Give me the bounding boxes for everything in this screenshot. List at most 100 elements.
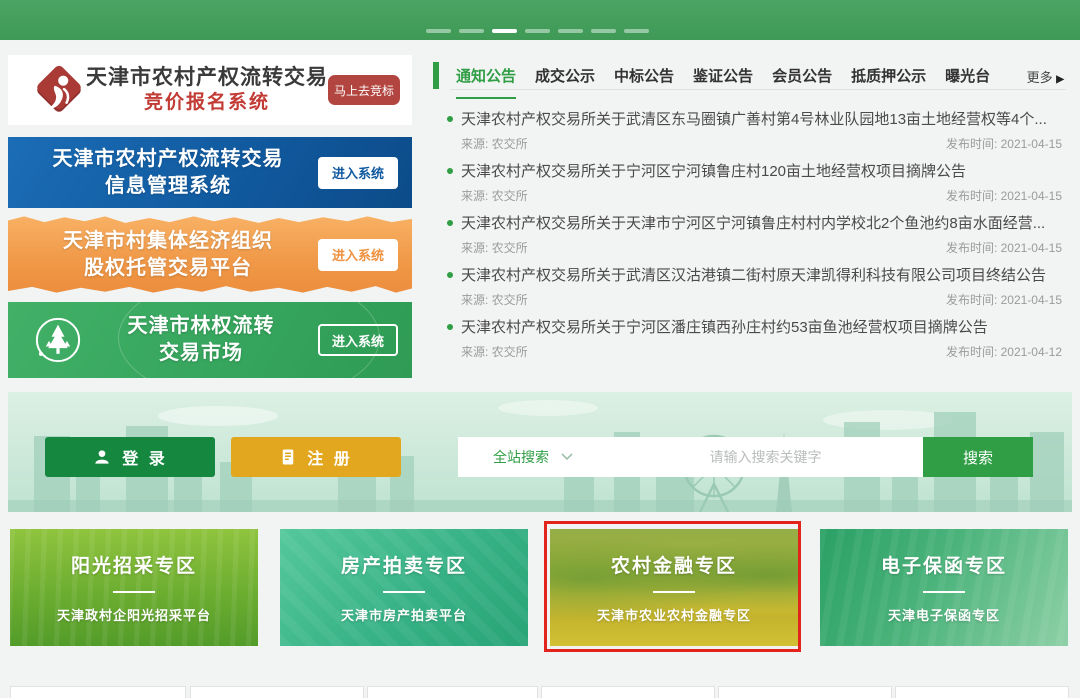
forest-market-banner[interactable]: 天津市林权流转 交易市场 进入系统 [8,302,412,378]
list-item[interactable]: 天津农村产权交易所关于武清区汉沽港镇二街村原天津凯得利科技有限公司项目终结公告 … [447,264,1062,316]
carousel-dot[interactable] [525,29,550,33]
search-button[interactable]: 搜索 [923,437,1033,477]
forest-enter-button[interactable]: 进入系统 [318,324,398,356]
tab-notice[interactable]: 通知公告 [456,65,516,99]
info-enter-button[interactable]: 进入系统 [318,157,398,189]
forest-market-title: 天津市林权流转 交易市场 [84,313,318,367]
carousel-dot-active[interactable] [492,29,517,33]
announcement-title[interactable]: 天津农村产权交易所关于武清区东马圈镇广善村第4号林业队园地13亩土地经营权等4个… [461,108,1047,129]
register-button[interactable]: 注 册 [231,437,401,477]
announcement-source: 来源: 农交所 [461,291,528,308]
site-logo-icon [32,63,86,117]
chevron-down-icon [561,453,573,461]
zone-subtitle: 天津电子保函专区 [888,605,1000,624]
zone-subtitle: 天津政村企阳光招采平台 [57,605,211,624]
bid-system-title: 天津市农村产权流转交易 竞价报名系统 [86,65,328,115]
info-title-line2: 信息管理系统 [18,173,318,200]
tab-member[interactable]: 会员公告 [772,65,832,97]
tree-icon [32,314,84,366]
tab-deal-publicity[interactable]: 成交公示 [535,65,595,97]
announcement-title[interactable]: 天津农村产权交易所关于宁河区宁河镇鲁庄村120亩土地经营权项目摘牌公告 [461,160,966,181]
announcement-date: 发布时间: 2021-04-15 [946,187,1062,204]
carousel-dots [426,29,649,33]
carousel-banner[interactable] [0,0,1080,40]
bullet-icon [447,116,453,122]
forest-title-line2: 交易市场 [84,340,318,367]
bid-title-line1: 天津市农村产权流转交易 [86,65,328,91]
zone-title: 阳光招采专区 [71,551,197,578]
zone-sunshine-procurement[interactable]: 阳光招采专区 天津政村企阳光招采平台 [10,529,258,646]
more-link[interactable]: 更多 ▶ [1027,67,1064,86]
equity-title-line2: 股权托管交易平台 [18,255,318,282]
zone-rural-finance[interactable]: 农村金融专区 天津市农业农村金融专区 [550,529,798,646]
announcement-tabs: 通知公告 成交公示 中标公告 鉴证公告 会员公告 抵质押公示 曝光台 [456,65,990,99]
equity-enter-button[interactable]: 进入系统 [318,239,398,271]
homepage: 天津市农村产权流转交易 竞价报名系统 马上去竞标 天津市农村产权流转交易 信息管… [0,0,1080,698]
zone-divider [383,591,425,593]
announcement-source: 来源: 农交所 [461,239,528,256]
carousel-dot[interactable] [558,29,583,33]
zone-real-estate-auction[interactable]: 房产拍卖专区 天津市房产拍卖平台 [280,529,528,646]
login-label: 登 录 [122,445,167,469]
announcement-title[interactable]: 天津农村产权交易所关于天津市宁河区宁河镇鲁庄村村内学校北2个鱼池约8亩水面经营.… [461,212,1045,233]
zone-title: 农村金融专区 [611,551,737,578]
announcement-source: 来源: 农交所 [461,135,528,152]
carousel-dot[interactable] [459,29,484,33]
bullet-icon [447,272,453,278]
partner-box[interactable] [10,686,186,698]
zone-subtitle: 天津市农业农村金融专区 [597,605,751,624]
partner-box[interactable] [190,686,364,698]
info-title-line1: 天津市农村产权流转交易 [18,146,318,173]
zone-title: 电子保函专区 [881,551,1007,578]
list-item[interactable]: 天津农村产权交易所关于天津市宁河区宁河镇鲁庄村村内学校北2个鱼池约8亩水面经营.… [447,212,1062,264]
register-label: 注 册 [307,445,352,469]
zone-divider [653,591,695,593]
announcement-source: 来源: 农交所 [461,343,528,360]
announcement-source: 来源: 农交所 [461,187,528,204]
partner-box[interactable] [895,686,1069,698]
search-band: 登 录 注 册 全站搜索 搜索 [8,392,1072,512]
list-item[interactable]: 天津农村产权交易所关于武清区东马圈镇广善村第4号林业队园地13亩土地经营权等4个… [447,108,1062,160]
zone-divider [113,591,155,593]
info-system-banner[interactable]: 天津市农村产权流转交易 信息管理系统 进入系统 [8,137,412,208]
announcement-date: 发布时间: 2021-04-15 [946,291,1062,308]
user-icon [92,447,112,467]
announcements-panel: 通知公告 成交公示 中标公告 鉴证公告 会员公告 抵质押公示 曝光台 更多 ▶ … [430,55,1072,385]
go-bid-button[interactable]: 马上去竞标 [328,75,400,105]
bullet-icon [447,168,453,174]
tab-attestation[interactable]: 鉴证公告 [693,65,753,97]
tab-pledge[interactable]: 抵质押公示 [851,65,926,97]
announcement-title[interactable]: 天津农村产权交易所关于宁河区潘庄镇西孙庄村约53亩鱼池经营权项目摘牌公告 [461,316,988,337]
list-item[interactable]: 天津农村产权交易所关于宁河区宁河镇鲁庄村120亩土地经营权项目摘牌公告 来源: … [447,160,1062,212]
forest-title-line1: 天津市林权流转 [84,313,318,340]
announcement-date: 发布时间: 2021-04-15 [946,135,1062,152]
tab-divider-line [450,89,1066,90]
register-doc-icon [279,448,297,466]
partner-box[interactable] [367,686,538,698]
partner-box[interactable] [718,686,892,698]
list-item[interactable]: 天津农村产权交易所关于宁河区潘庄镇西孙庄村约53亩鱼池经营权项目摘牌公告 来源:… [447,316,1062,368]
partner-box[interactable] [541,686,715,698]
bullet-icon [447,324,453,330]
carousel-dot[interactable] [591,29,616,33]
search-scope-select[interactable]: 全站搜索 [458,437,608,477]
announcement-title[interactable]: 天津农村产权交易所关于武清区汉沽港镇二街村原天津凯得利科技有限公司项目终结公告 [461,264,1046,285]
tab-exposure[interactable]: 曝光台 [945,65,990,97]
bid-system-card[interactable]: 天津市农村产权流转交易 竞价报名系统 马上去竞标 [8,55,412,125]
tab-winning-bid[interactable]: 中标公告 [614,65,674,97]
announcement-date: 发布时间: 2021-04-15 [946,239,1062,256]
search-scope-label: 全站搜索 [493,447,549,467]
equity-title-line1: 天津市村集体经济组织 [18,228,318,255]
zone-divider [923,591,965,593]
zone-e-guarantee[interactable]: 电子保函专区 天津电子保函专区 [820,529,1068,646]
search-bar: 全站搜索 搜索 [458,437,1033,477]
carousel-dot[interactable] [426,29,451,33]
login-button[interactable]: 登 录 [45,437,215,477]
more-arrow-icon: ▶ [1056,74,1064,85]
tab-accent-bar [433,62,439,89]
bullet-icon [447,220,453,226]
search-input[interactable] [608,437,923,477]
carousel-dot[interactable] [624,29,649,33]
announcement-date: 发布时间: 2021-04-12 [946,343,1062,360]
equity-platform-banner[interactable]: 天津市村集体经济组织 股权托管交易平台 进入系统 [8,214,412,295]
